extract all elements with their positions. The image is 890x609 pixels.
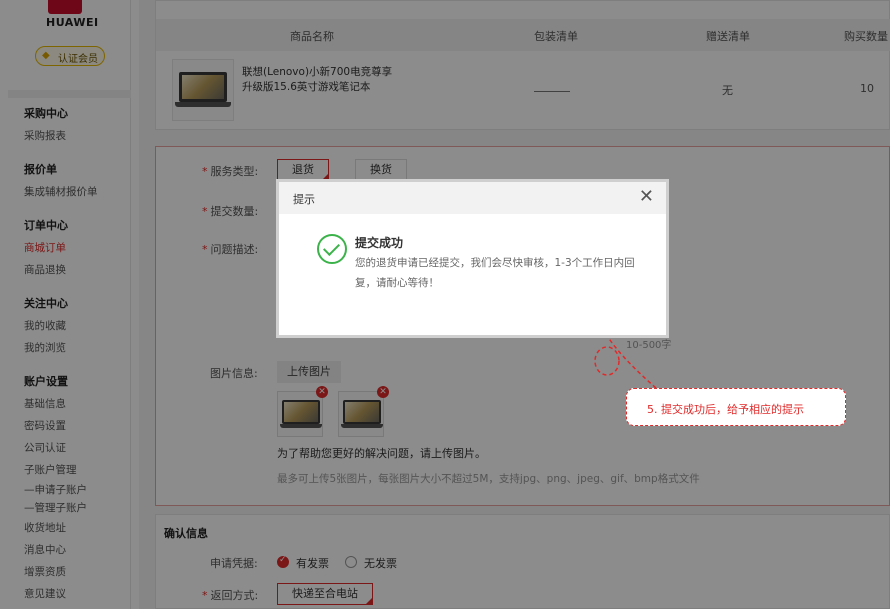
check-circle-icon bbox=[317, 234, 347, 264]
success-title: 提交成功 bbox=[355, 236, 404, 250]
success-message: 您的退货申请已经提交，我们会尽快审核，1-3个工作日内回复，请耐心等待！ bbox=[355, 257, 635, 289]
dialog-header: 提示 ✕ bbox=[279, 182, 666, 214]
annotation-note: 5. 提交成功后，给予相应的提示 bbox=[626, 388, 846, 426]
dialog-title: 提示 bbox=[293, 193, 315, 206]
close-icon[interactable]: ✕ bbox=[639, 187, 654, 207]
success-dialog: 提示 ✕ 提交成功 您的退货申请已经提交，我们会尽快审核，1-3个工作日内回复，… bbox=[276, 179, 669, 338]
annotation-text: 5. 提交成功后，给予相应的提示 bbox=[647, 403, 804, 416]
page: HUAWEI ◆ 认证会员 采购中心 采购报表 报价单 集成辅材报价单 订单中心… bbox=[0, 0, 890, 609]
